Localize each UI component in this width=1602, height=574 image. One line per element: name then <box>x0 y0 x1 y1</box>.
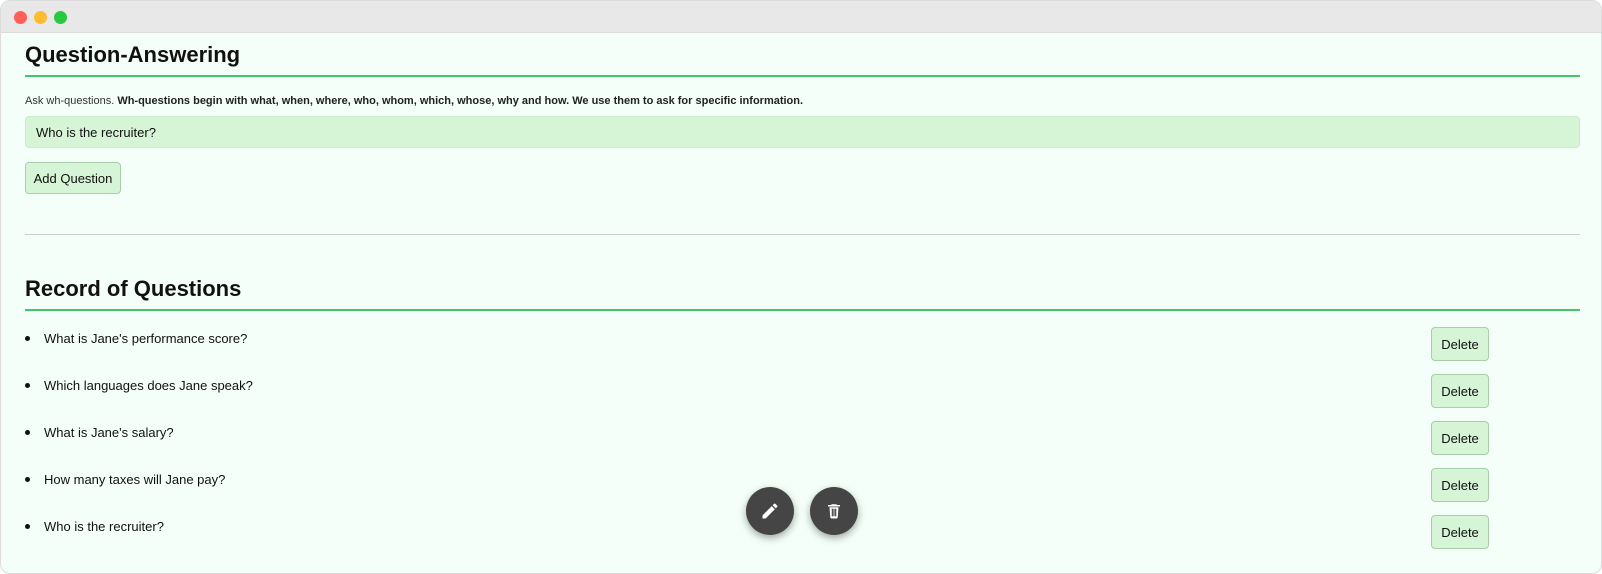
window-minimize-button[interactable] <box>34 11 47 24</box>
edit-fab-button[interactable] <box>746 487 794 535</box>
list-item: What is Jane's performance score? Delete <box>25 317 1580 364</box>
delete-button[interactable]: Delete <box>1431 421 1489 455</box>
bullet <box>25 336 30 341</box>
qa-hint-prefix: Ask wh-questions. <box>25 95 115 107</box>
pencil-icon <box>762 503 778 519</box>
qa-hint: Ask wh-questions. Wh-questions begin wit… <box>25 94 1580 108</box>
list-item: How many taxes will Jane pay? Delete <box>25 458 1580 505</box>
question-text: What is Jane's performance score? <box>44 331 248 346</box>
bullet <box>25 430 30 435</box>
question-text: What is Jane's salary? <box>44 425 174 440</box>
list-item: What is Jane's salary? Delete <box>25 411 1580 458</box>
app-window: Question-Answering Ask wh-questions. Wh-… <box>0 0 1602 574</box>
add-question-button[interactable]: Add Question <box>25 162 121 194</box>
qa-hint-detail: Wh-questions begin with what, when, wher… <box>117 95 804 107</box>
question-text: How many taxes will Jane pay? <box>44 472 226 487</box>
delete-button[interactable]: Delete <box>1431 327 1489 361</box>
question-input[interactable] <box>25 116 1580 148</box>
window-maximize-button[interactable] <box>54 11 67 24</box>
delete-button[interactable]: Delete <box>1431 374 1489 408</box>
window-titlebar <box>1 1 1601 33</box>
bullet <box>25 477 30 482</box>
bullet <box>25 383 30 388</box>
delete-button[interactable]: Delete <box>1431 515 1489 549</box>
delete-fab-button[interactable] <box>810 487 858 535</box>
delete-button[interactable]: Delete <box>1431 468 1489 502</box>
record-section-title: Record of Questions <box>25 267 1580 311</box>
question-list: What is Jane's performance score? Delete… <box>25 317 1580 552</box>
question-text: Which languages does Jane speak? <box>44 378 253 393</box>
bullet <box>25 524 30 529</box>
qa-section-title: Question-Answering <box>25 33 1580 77</box>
section-divider <box>25 234 1580 235</box>
list-item: Who is the recruiter? Delete <box>25 505 1580 552</box>
trash-icon <box>828 504 840 519</box>
list-item: Which languages does Jane speak? Delete <box>25 364 1580 411</box>
question-text: Who is the recruiter? <box>44 519 164 534</box>
main-content: Question-Answering Ask wh-questions. Wh-… <box>25 33 1580 552</box>
window-close-button[interactable] <box>14 11 27 24</box>
